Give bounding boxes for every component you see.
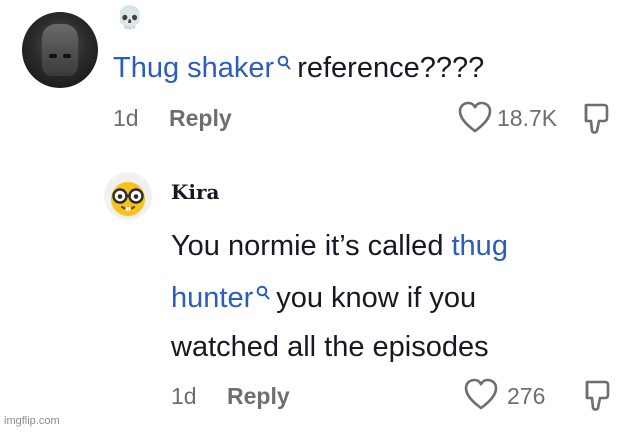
like-count: 276 xyxy=(507,383,546,409)
dislike-icon[interactable] xyxy=(579,378,611,412)
search-icon[interactable] xyxy=(256,272,270,312)
heart-icon[interactable] xyxy=(457,100,493,134)
skull-emoji-username[interactable]: 💀 xyxy=(116,6,143,30)
nerd-face-emoji xyxy=(111,182,145,216)
dislike-icon[interactable] xyxy=(578,101,610,135)
search-icon[interactable] xyxy=(277,42,291,82)
reply-text-plain: you know if you xyxy=(276,282,477,314)
avatar[interactable] xyxy=(104,172,152,220)
comment-age: 1d xyxy=(171,383,197,409)
username[interactable]: Kira xyxy=(171,180,219,204)
reply-text-line-2: hunter you know if you xyxy=(171,278,476,318)
like-count: 18.7K xyxy=(497,105,558,131)
avatar[interactable] xyxy=(22,12,98,88)
heart-icon[interactable] xyxy=(463,377,499,411)
reply-button[interactable]: Reply xyxy=(169,104,232,132)
reply-link-thug[interactable]: thug xyxy=(452,230,508,262)
comment-text-rest: reference???? xyxy=(297,52,485,84)
reply-button[interactable]: Reply xyxy=(227,382,290,410)
comment-link-thug-shaker[interactable]: Thug shaker xyxy=(113,52,274,84)
reply-text-line-3: watched all the episodes xyxy=(171,331,489,363)
reply-link-hunter[interactable]: hunter xyxy=(171,282,253,314)
watermark: imgflip.com xyxy=(4,415,60,427)
comment-age: 1d xyxy=(113,105,139,131)
comment-text: Thug shaker reference???? xyxy=(113,48,484,88)
reply-text-line-1: You normie it’s called thug xyxy=(171,226,508,266)
reply-text-plain: You normie it’s called xyxy=(171,230,452,262)
